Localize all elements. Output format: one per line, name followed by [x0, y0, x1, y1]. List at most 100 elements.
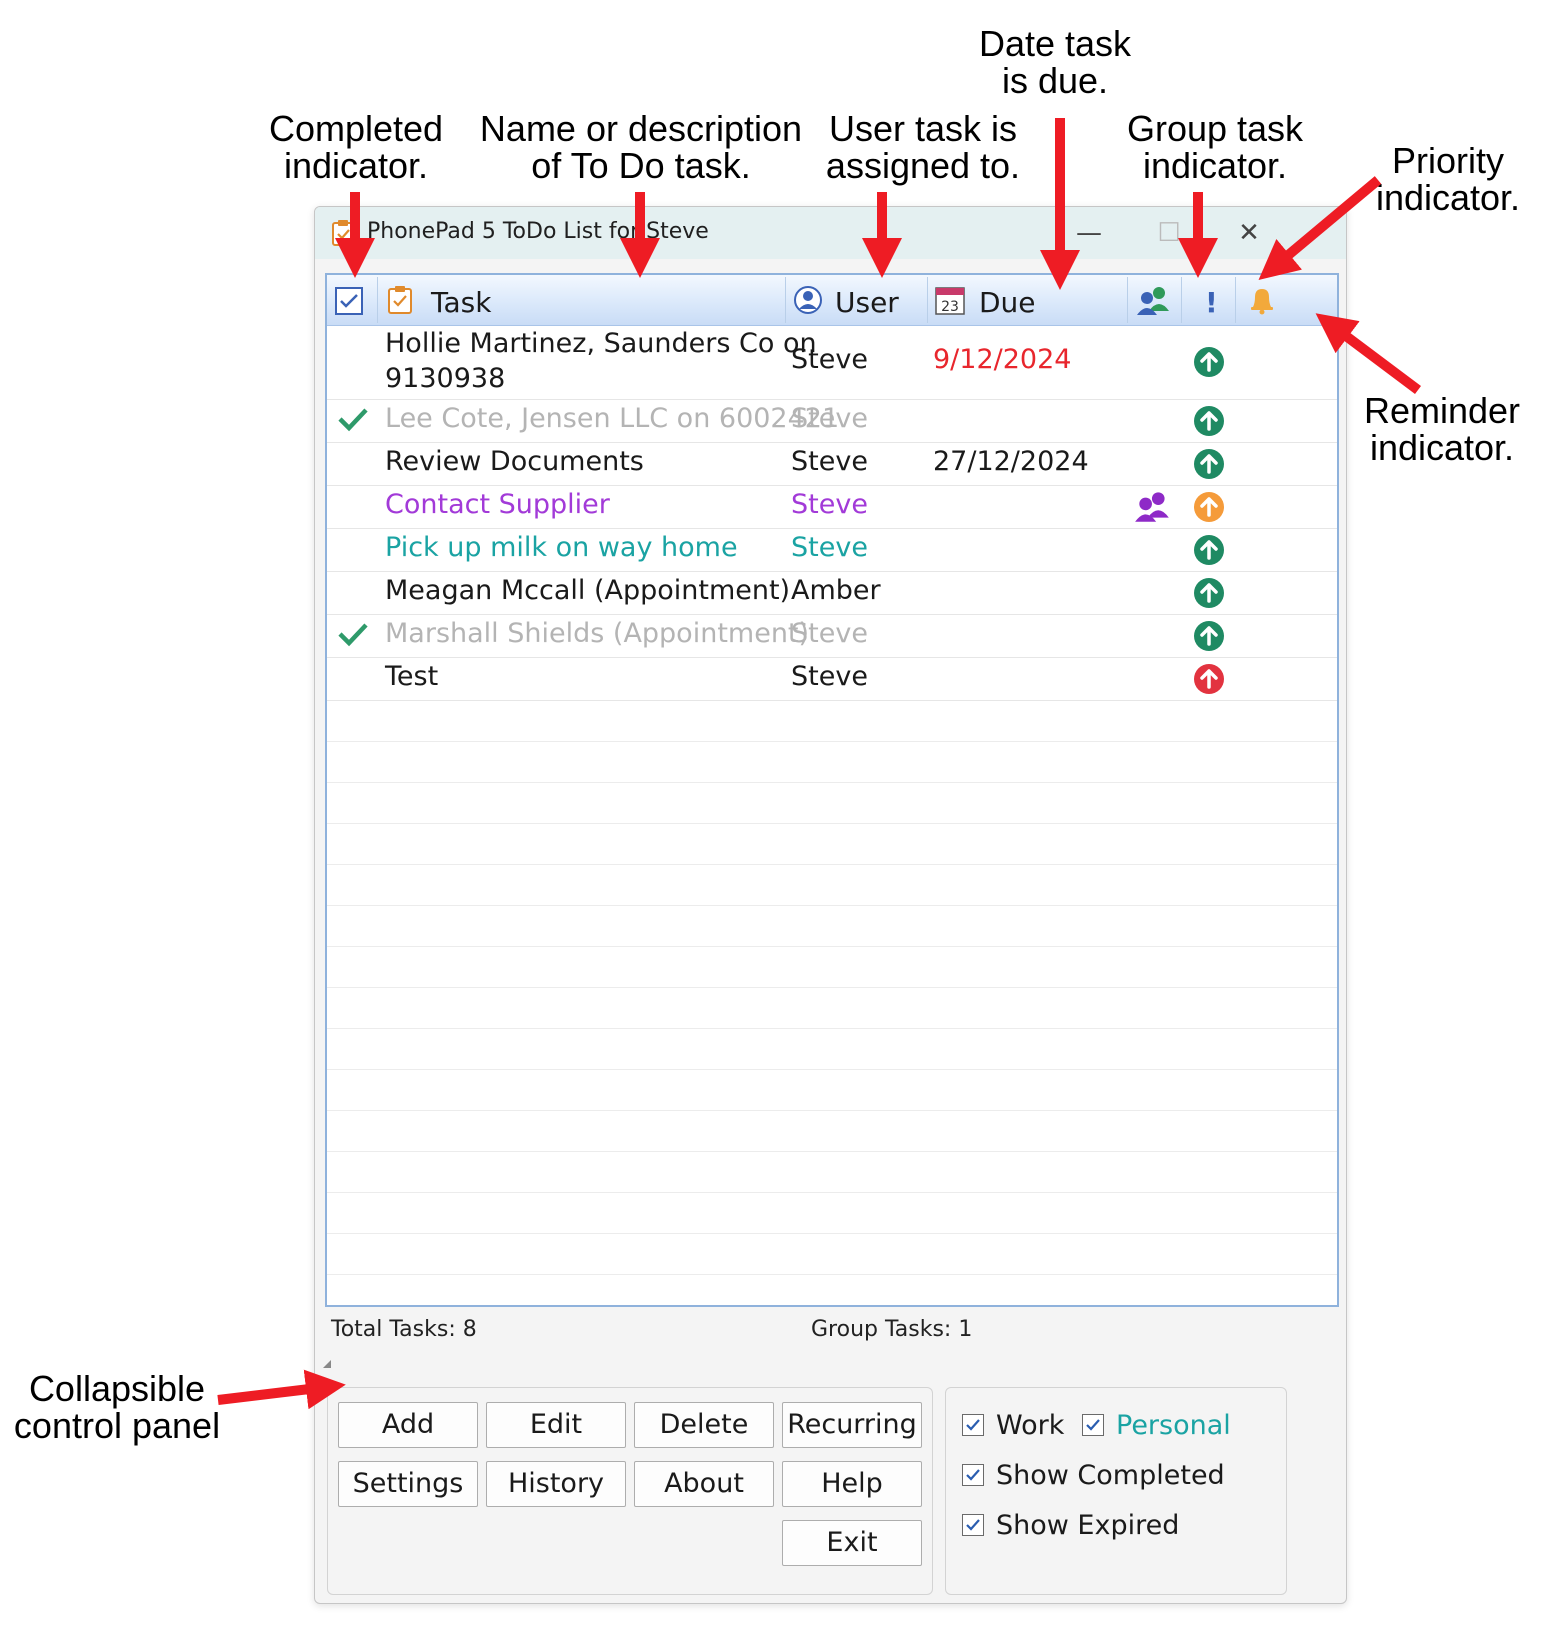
todo-window: PhonePad 5 ToDo List for Steve — ☐ ✕ Tas… [314, 206, 1347, 1604]
exclamation-icon[interactable]: ! [1205, 286, 1218, 319]
task-user: Steve [791, 445, 868, 477]
grid-line [327, 782, 1337, 783]
table-row[interactable]: Lee Cote, Jensen LLC on 6002421 Steve [327, 399, 1337, 443]
task-name: Marshall Shields (Appointment) [385, 617, 810, 649]
grid-line [327, 741, 1337, 742]
annotation-due: Date task is due. [978, 23, 1132, 101]
checkbox-icon[interactable] [962, 1464, 984, 1486]
settings-button[interactable]: Settings [338, 1461, 478, 1507]
table-row[interactable]: Hollie Martinez, Saunders Co on 9130938 St… [327, 325, 1337, 400]
show-expired-checkbox[interactable]: Show Expired [962, 1510, 1179, 1541]
arrow-up-circle-icon [1193, 405, 1225, 444]
annotation-completed: Completed indicator. [268, 108, 444, 186]
table-row[interactable]: Contact Supplier Steve [327, 485, 1337, 529]
completed-column-header[interactable] [335, 287, 363, 319]
grid-line [327, 905, 1337, 906]
checkmark-icon[interactable] [337, 621, 369, 654]
about-button[interactable]: About [634, 1461, 774, 1507]
task-column-header[interactable]: Task [431, 286, 491, 319]
task-user: Steve [791, 660, 868, 692]
checkbox-icon [335, 287, 363, 319]
annotation-priority: Priority indicator. [1375, 140, 1521, 218]
group-icon[interactable] [1135, 285, 1173, 319]
exit-button[interactable]: Exit [782, 1520, 922, 1566]
grid-line [327, 864, 1337, 865]
add-button[interactable]: Add [338, 1402, 478, 1448]
personal-checkbox[interactable]: Personal [1082, 1410, 1231, 1441]
due-column-header[interactable]: Due [979, 286, 1036, 319]
maximize-button[interactable]: ☐ [1149, 215, 1189, 251]
table-row[interactable]: Test Steve [327, 657, 1337, 701]
window-title: PhonePad 5 ToDo List for Steve [367, 219, 709, 244]
arrow-up-circle-icon [1193, 534, 1225, 573]
show-completed-checkbox[interactable]: Show Completed [962, 1460, 1225, 1491]
task-name: Test [385, 660, 439, 692]
checkbox-label: Work [996, 1410, 1065, 1441]
checkbox-icon[interactable] [962, 1414, 984, 1436]
task-due: 27/12/2024 [933, 445, 1089, 477]
history-button[interactable]: History [486, 1461, 626, 1507]
checkbox-label: Show Expired [996, 1510, 1180, 1541]
task-column-icon [387, 285, 413, 319]
task-name: Lee Cote, Jensen LLC on 6002421 [385, 402, 840, 434]
help-button[interactable]: Help [782, 1461, 922, 1507]
task-name: Hollie Martinez, Saunders Co on [385, 328, 817, 359]
group-tasks: Group Tasks: 1 [811, 1317, 973, 1342]
annotation-group: Group task indicator. [1126, 108, 1304, 186]
arrow-up-circle-icon [1193, 620, 1225, 659]
annotation-reminder: Reminder indicator. [1363, 390, 1521, 468]
clipboard-check-icon [331, 219, 355, 251]
task-name: Pick up milk on way home [385, 531, 738, 563]
delete-button[interactable]: Delete [634, 1402, 774, 1448]
grid-line [327, 1069, 1337, 1070]
task-name-line2: 9130938 [385, 363, 506, 394]
filter-panel: Work Personal Show Completed Show Expired [945, 1387, 1287, 1595]
checkmark-icon[interactable] [337, 406, 369, 439]
checkbox-icon[interactable] [962, 1514, 984, 1536]
grid-header: Task User 23 Due ! [327, 275, 1337, 326]
grid-line [327, 987, 1337, 988]
annotation-panel: Collapsible control panel [13, 1368, 221, 1446]
arrow-up-circle-icon [1193, 346, 1225, 385]
calendar-icon: 23 [935, 285, 965, 319]
task-name: Contact Supplier [385, 488, 610, 520]
arrow-up-circle-icon [1193, 577, 1225, 616]
task-grid[interactable]: Task User 23 Due ! Hollie Martinez, Saun… [325, 273, 1339, 1307]
grid-line [327, 1233, 1337, 1234]
grid-line [327, 1028, 1337, 1029]
annotation-name: Name or description of To Do task. [479, 108, 803, 186]
grid-line [327, 1274, 1337, 1275]
checkbox-icon[interactable] [1082, 1414, 1104, 1436]
task-user: Steve [791, 617, 868, 649]
table-row[interactable]: Review Documents Steve 27/12/2024 [327, 442, 1337, 486]
task-name: Review Documents [385, 445, 644, 477]
close-button[interactable]: ✕ [1229, 215, 1269, 251]
button-panel: Add Edit Delete Recurring Settings History Abo… [327, 1387, 933, 1595]
bell-icon[interactable] [1247, 285, 1277, 319]
checkbox-label: Show Completed [996, 1460, 1225, 1491]
arrow-up-circle-icon [1193, 491, 1225, 530]
edit-button[interactable]: Edit [486, 1402, 626, 1448]
title-bar[interactable]: PhonePad 5 ToDo List for Steve — ☐ ✕ [315, 207, 1346, 259]
task-user: Steve [791, 488, 868, 520]
user-circle-icon [793, 285, 823, 319]
minimize-button[interactable]: — [1069, 215, 1109, 251]
grid-line [327, 823, 1337, 824]
table-row[interactable]: Pick up milk on way home Steve [327, 528, 1337, 572]
grid-line [327, 1151, 1337, 1152]
collapse-triangle-icon[interactable] [321, 1355, 333, 1374]
annotation-user: User task is assigned to. [825, 108, 1021, 186]
table-row[interactable]: Marshall Shields (Appointment) Steve [327, 614, 1337, 658]
user-column-header[interactable]: User [835, 286, 899, 319]
recurring-button[interactable]: Recurring [782, 1402, 922, 1448]
work-checkbox[interactable]: Work [962, 1410, 1064, 1441]
grid-line [327, 1110, 1337, 1111]
arrow-up-circle-icon [1193, 448, 1225, 487]
arrow-panel [217, 1369, 346, 1410]
total-tasks: Total Tasks: 8 [331, 1317, 477, 1342]
table-row[interactable]: Meagan Mccall (Appointment) Amber [327, 571, 1337, 615]
task-user: Steve [791, 531, 868, 563]
task-user: Steve [791, 344, 868, 375]
calendar-day: 23 [941, 299, 959, 315]
task-due: 9/12/2024 [933, 344, 1072, 375]
